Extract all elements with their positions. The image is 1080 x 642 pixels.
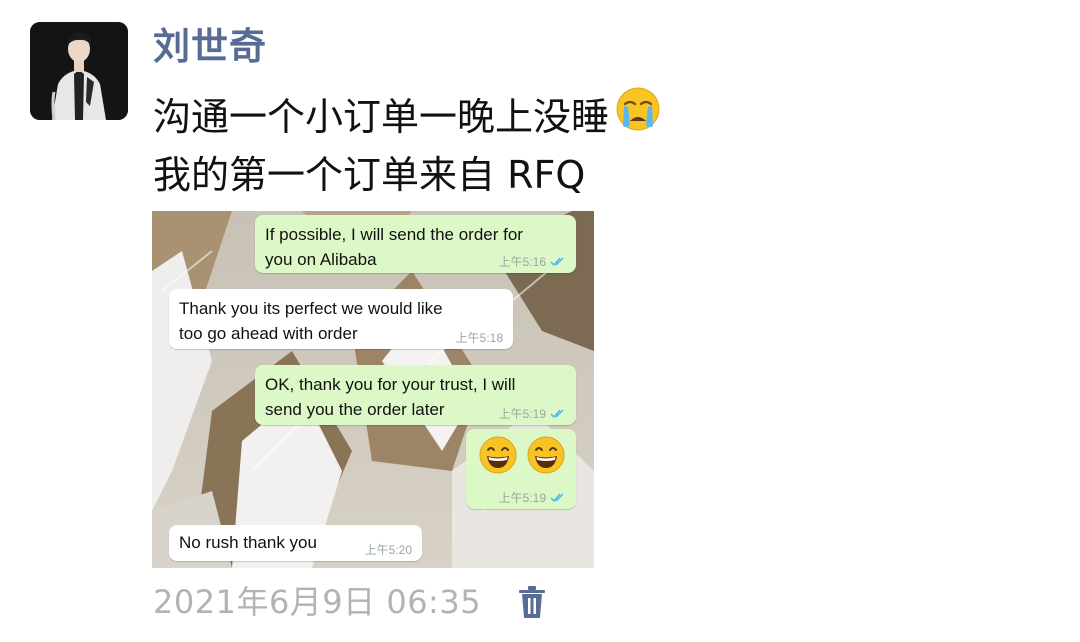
message-meta: 上午5:19 bbox=[499, 491, 566, 505]
double-check-icon bbox=[550, 409, 564, 419]
message-meta: 上午5:18 bbox=[456, 331, 503, 345]
post-text: 沟通一个小订单一晚上没睡 我的第一个订单来自 RFQ bbox=[153, 86, 661, 203]
chat-message-incoming: Thank you its perfect we would like too … bbox=[169, 289, 513, 349]
message-time: 上午5:19 bbox=[498, 491, 546, 505]
grinning-face-emoji-icon bbox=[479, 436, 517, 474]
author-name[interactable]: 刘世奇 bbox=[153, 22, 267, 72]
delete-button[interactable] bbox=[517, 585, 547, 619]
chat-screenshot-image[interactable]: If possible, I will send the order for y… bbox=[152, 211, 594, 568]
chat-message-outgoing: 上午5:19 bbox=[466, 429, 576, 509]
trash-icon bbox=[519, 586, 545, 618]
message-meta: 上午5:19 bbox=[499, 407, 566, 421]
message-meta: 上午5:16 bbox=[499, 255, 566, 269]
avatar[interactable] bbox=[30, 22, 128, 120]
double-check-icon bbox=[550, 257, 564, 267]
double-check-icon bbox=[550, 493, 564, 503]
chat-message-outgoing: If possible, I will send the order for y… bbox=[255, 215, 576, 273]
post-timestamp: 2021年6月9日 06:35 bbox=[153, 583, 482, 621]
avatar-image bbox=[30, 22, 128, 120]
post-line: 沟通一个小订单一晚上没睡 bbox=[153, 86, 661, 147]
message-time: 上午5:19 bbox=[498, 407, 546, 421]
post-line-text: 我的第一个订单来自 RFQ bbox=[153, 153, 586, 197]
post-line-text: 沟通一个小订单一晚上没睡 bbox=[153, 94, 610, 139]
message-text: Thank you its perfect we would like too … bbox=[179, 299, 443, 343]
chat-message-incoming: No rush thank you 上午5:20 bbox=[169, 525, 422, 561]
message-meta: 上午5:20 bbox=[365, 543, 412, 557]
crying-face-emoji-icon bbox=[615, 86, 661, 147]
message-time: 上午5:20 bbox=[364, 543, 412, 557]
chat-message-outgoing: OK, thank you for your trust, I will sen… bbox=[255, 365, 576, 425]
message-time: 上午5:16 bbox=[498, 255, 546, 269]
post-line: 我的第一个订单来自 RFQ bbox=[153, 147, 661, 203]
grinning-face-emoji-icon bbox=[527, 436, 565, 474]
emoji-row bbox=[474, 435, 568, 475]
message-time: 上午5:18 bbox=[455, 331, 503, 345]
